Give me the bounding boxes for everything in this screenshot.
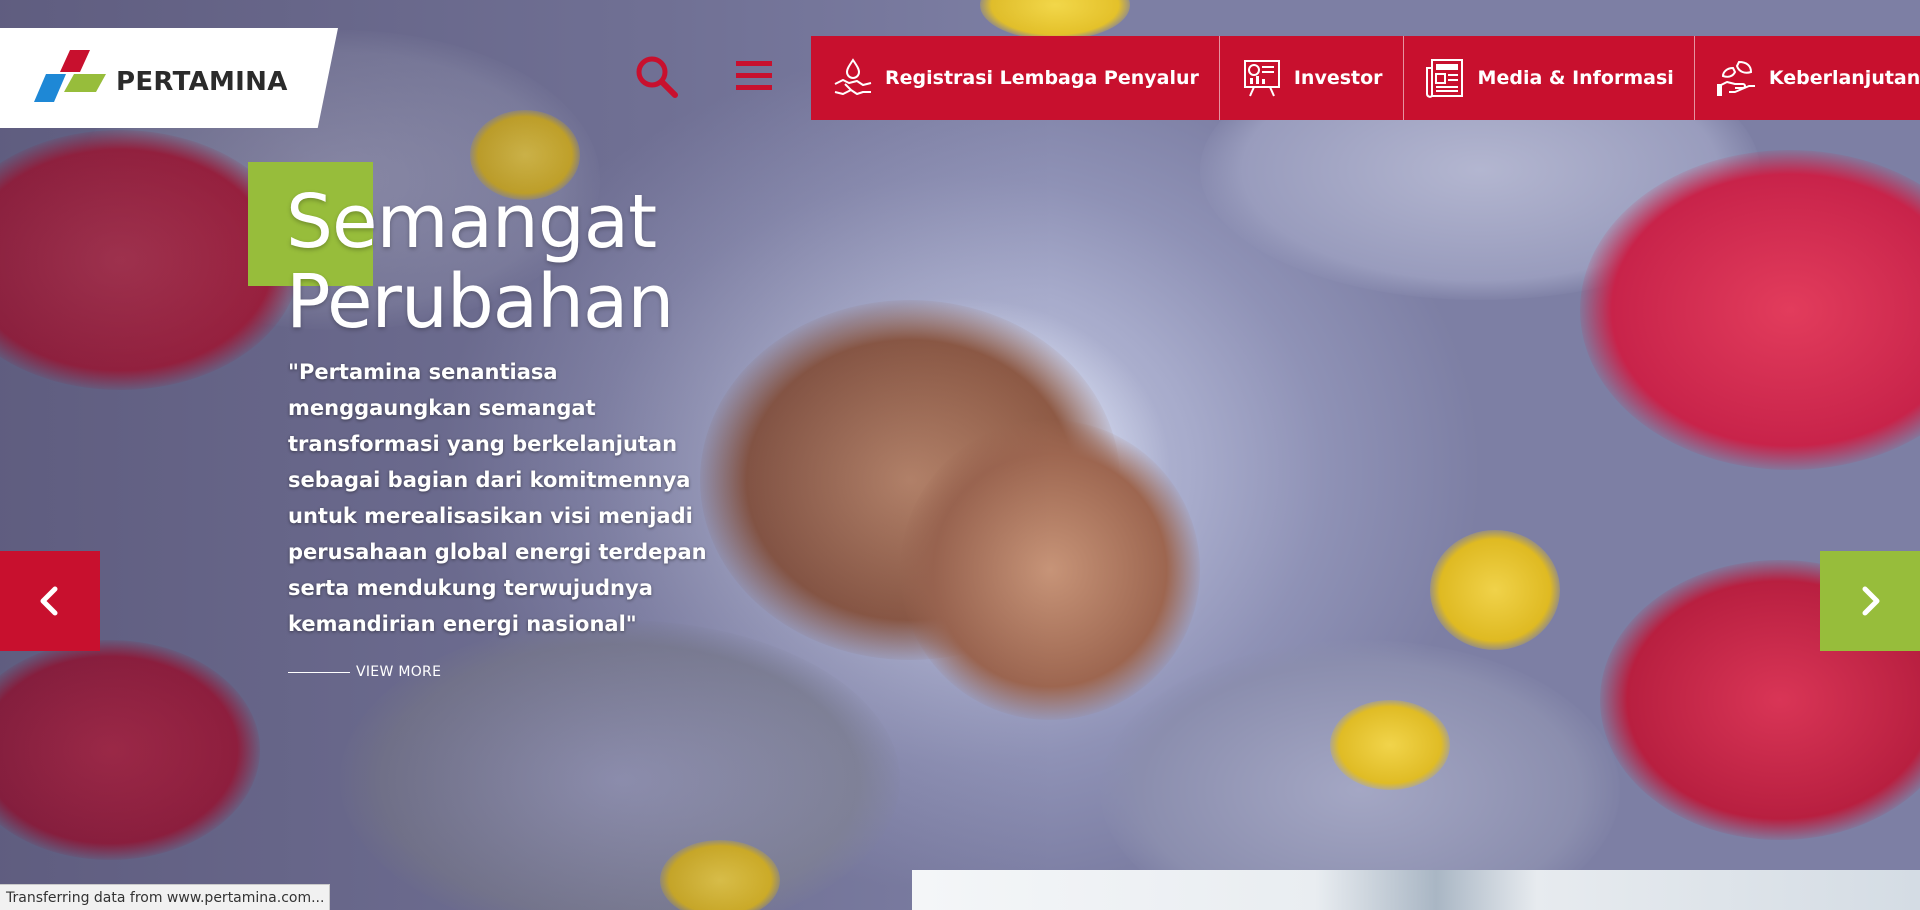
newspaper-icon — [1425, 59, 1463, 98]
nav-label: Keberlanjutan — [1768, 67, 1920, 89]
nav-label: Media & Informasi — [1477, 67, 1674, 89]
slide-title: Semangat Perubahan — [286, 179, 674, 345]
search-button[interactable] — [632, 52, 680, 100]
browser-status-bar: Transferring data from www.pertamina.com… — [0, 884, 330, 910]
hamburger-menu-icon — [736, 61, 772, 90]
view-more-link[interactable]: VIEW MORE — [288, 662, 441, 682]
view-more-line — [288, 671, 350, 673]
logo[interactable]: PERTAMINA — [0, 28, 338, 128]
hand-leaf-icon — [1716, 60, 1755, 96]
pertamina-logo-icon — [26, 48, 108, 108]
top-navigation: Registrasi Lembaga Penyalur Investor Med… — [811, 36, 1920, 120]
nav-investor[interactable]: Investor — [1220, 36, 1404, 120]
nav-keberlanjutan[interactable]: Keberlanjutan — [1695, 36, 1920, 120]
nav-label: Investor — [1293, 67, 1383, 89]
presentation-board-icon — [1243, 60, 1280, 97]
carousel-next-button[interactable] — [1820, 551, 1920, 651]
view-more-label: VIEW MORE — [356, 664, 442, 680]
nav-media-informasi[interactable]: Media & Informasi — [1404, 36, 1695, 120]
chevron-right-icon — [1862, 586, 1880, 616]
nav-registrasi-lembaga-penyalur[interactable]: Registrasi Lembaga Penyalur — [811, 36, 1220, 120]
slide-quote: "Pertamina senantiasa menggaungkan seman… — [288, 360, 707, 636]
next-section-image — [912, 870, 1920, 910]
nav-label: Registrasi Lembaga Penyalur — [885, 67, 1199, 89]
carousel-prev-button[interactable] — [0, 551, 100, 651]
menu-button[interactable] — [734, 58, 774, 94]
logo-text: PERTAMINA — [116, 67, 288, 97]
search-icon — [636, 56, 678, 98]
chevron-left-icon — [40, 586, 58, 616]
handshake-drop-icon — [834, 58, 872, 95]
